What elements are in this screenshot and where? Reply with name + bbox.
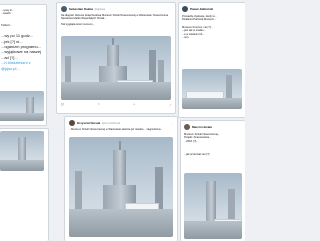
tweet-card-mid-middle[interactable]: Krzysztof Bosak @krzysztofbosak ··· ...M… <box>64 116 178 241</box>
tweet-photo[interactable] <box>184 173 242 239</box>
photo-ground <box>0 159 44 171</box>
tweet-text: ...Muzeum Sztuki Nowoczesnej w Warszawie… <box>69 128 163 131</box>
photo-ground <box>61 82 171 100</box>
author-name[interactable]: Paweł Jabłoński <box>190 7 213 11</box>
tweet-card-top-middle[interactable]: Sebastian Kaleta @sjkaleta ··· Na długoś… <box>56 2 176 114</box>
tweet-photo[interactable] <box>0 91 44 121</box>
avatar[interactable] <box>61 6 67 12</box>
tweet-line: Twitterz... <box>1 23 13 27</box>
author-name[interactable]: Marcin Horała <box>192 125 212 129</box>
tweet-line: ...2018. [?]... <box>184 139 199 143</box>
tweet-photo[interactable] <box>182 69 242 109</box>
tweet-hashtag[interactable]: ...h #ludziesznl z @pjsz.pl... <box>1 60 43 71</box>
tweet-card-mid-right[interactable]: Marcin Horała Muzeum Sztuki Nowoczesnej.… <box>180 120 245 241</box>
photo-ground <box>69 209 173 237</box>
tweet-text: Na długość złożenie dotąd budowa Muzeum … <box>61 14 169 21</box>
avatar[interactable] <box>182 6 188 12</box>
photo-ground <box>0 112 44 121</box>
like-icon[interactable]: ♥ <box>133 103 134 107</box>
author-handle[interactable]: @sjkaleta <box>95 8 106 11</box>
tweet-line: ...ono. <box>182 36 190 40</box>
author-name[interactable]: Krzysztof Bosak <box>77 121 100 125</box>
more-icon[interactable]: ··· <box>168 7 171 11</box>
tweet-card-bottom-left[interactable] <box>0 128 49 241</box>
tweet-line: ...ewach. <box>1 12 12 16</box>
more-icon[interactable]: ··· <box>170 121 173 125</box>
tweet-actions: 💬 ↻ ♥ ⤴ <box>57 103 175 107</box>
tweet-header: Paweł Jabłoński <box>182 6 242 12</box>
tweet-text: Tak wygląda teraz muzeum... <box>61 22 95 26</box>
author-name[interactable]: Sebastian Kaleta <box>69 7 93 11</box>
photo-ground <box>182 97 242 109</box>
tweet-line: Działania Państwa Muzeum... <box>182 18 217 22</box>
tweet-header: Marcin Horała <box>184 124 242 130</box>
photo-ground <box>184 220 242 239</box>
tweet-header: Sebastian Kaleta @sjkaleta ··· <box>61 6 171 12</box>
share-icon[interactable]: ⤴ <box>169 103 171 107</box>
tweet-header: Krzysztof Bosak @krzysztofbosak ··· <box>69 120 173 126</box>
tweet-photo[interactable] <box>61 36 171 100</box>
tweet-photo[interactable] <box>69 137 173 237</box>
avatar[interactable] <box>69 120 75 126</box>
tweet-card-top-right[interactable]: Paweł Jabłoński Prowadzę dyskusje, kiedy… <box>178 2 245 118</box>
reply-icon[interactable]: 💬 <box>61 103 64 107</box>
tweet-photo[interactable] <box>0 131 44 171</box>
tweet-card-left[interactable]: ...ryvey.ic... ...ewach. Twitterz... ...… <box>0 4 47 126</box>
retweet-icon[interactable]: ↻ <box>98 103 100 107</box>
avatar[interactable] <box>184 124 190 130</box>
tweet-hashtag[interactable]: ...jak przetrwać ten [?] <box>184 153 242 156</box>
author-handle[interactable]: @krzysztofbosak <box>102 122 120 125</box>
